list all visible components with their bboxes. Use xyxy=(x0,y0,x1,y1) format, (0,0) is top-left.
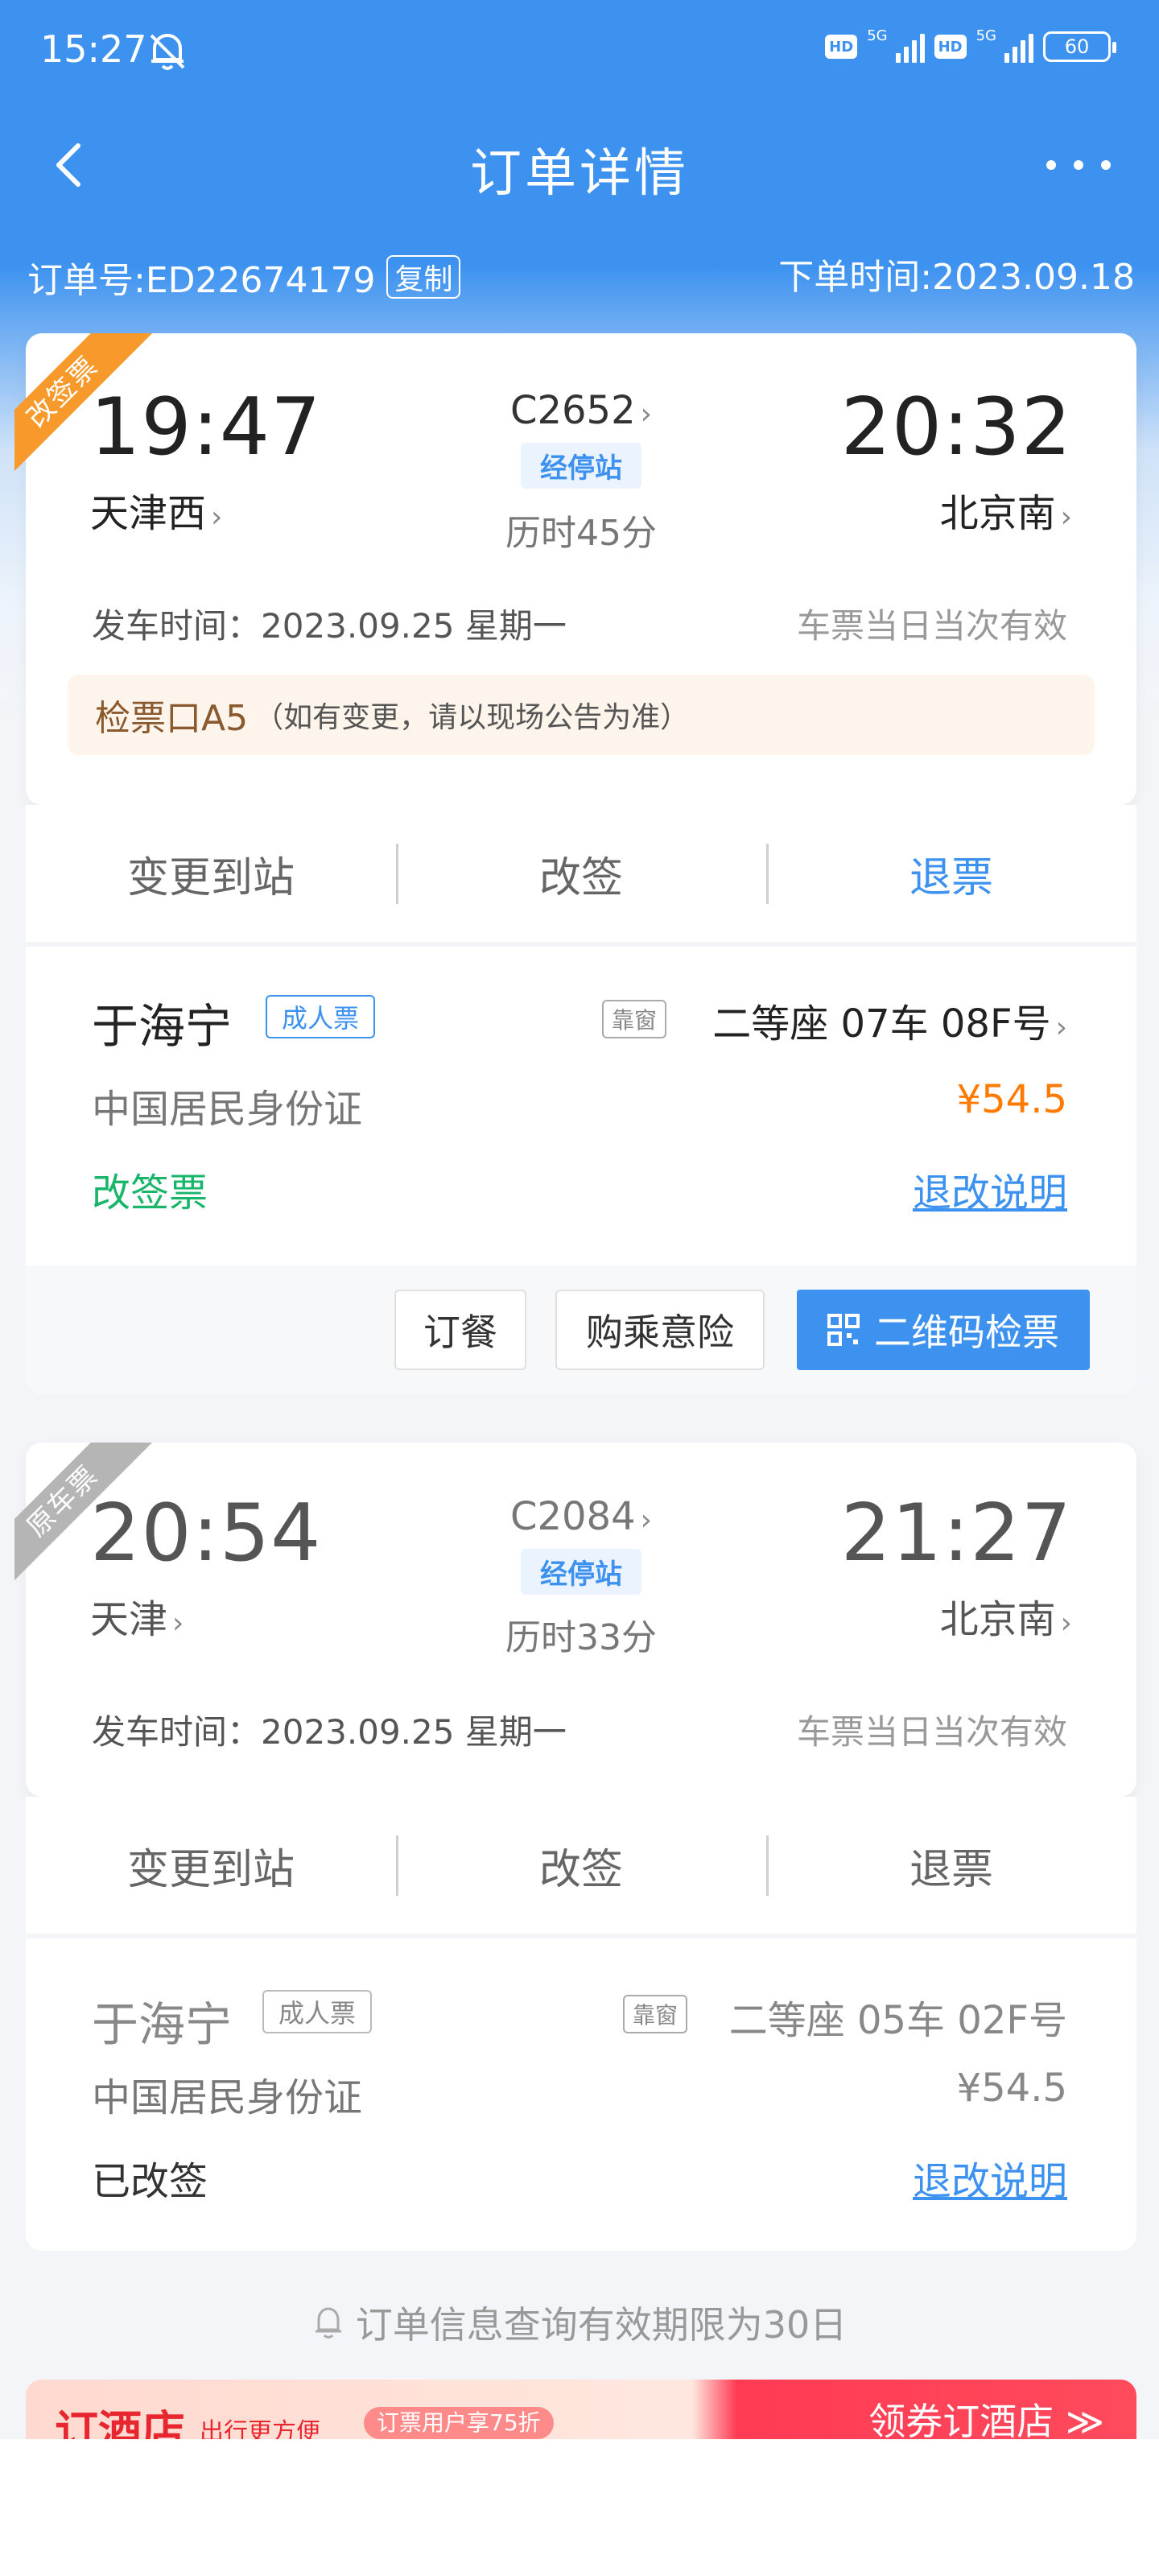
departure-date: 发车时间：2023.09.25 星期一 xyxy=(92,606,567,646)
status-time: 15:27 xyxy=(40,27,147,71)
chevron-right-icon: › xyxy=(640,1504,653,1537)
order-time: 下单时间:2023.09.18 xyxy=(778,257,1135,298)
arrival-station[interactable]: 北京南 › xyxy=(940,481,1072,538)
dot-icon xyxy=(1046,160,1056,170)
network-label: 5G xyxy=(867,27,888,44)
order-number-row: 订单号:ED22674179 复制 xyxy=(27,251,461,303)
chevron-right-icon: › xyxy=(640,398,653,431)
ticket-price: ¥54.5 xyxy=(956,1077,1067,1122)
status-bar: 15:27 HD 5G HD 5G 60 xyxy=(0,0,1159,105)
window-seat-badge: 靠窗 xyxy=(602,1000,667,1038)
network-label: 5G xyxy=(975,27,996,44)
mute-bell-icon xyxy=(150,33,185,70)
more-options-button[interactable] xyxy=(1046,145,1111,185)
copy-button[interactable]: 复制 xyxy=(386,255,461,299)
arrival-time: 21:27 xyxy=(840,1488,1072,1579)
notice-text: 订单信息查询有效期限为30日 xyxy=(355,2303,848,2347)
dot-icon xyxy=(1101,160,1111,170)
qr-code-icon xyxy=(827,1314,860,1346)
id-type: 中国居民身份证 xyxy=(92,1087,363,1132)
bottom-blank xyxy=(0,2439,1159,2576)
banner-subtitle: 出行更方便 xyxy=(200,2418,320,2439)
qr-checkin-label: 二维码检票 xyxy=(874,1311,1059,1354)
ticket-status: 已改签 xyxy=(92,2159,208,2204)
train-number-label: C2652 xyxy=(509,388,636,433)
reschedule-button[interactable]: 改签 xyxy=(396,1835,766,1896)
new-ticket-card: 改签票 19:47 天津西 › C2652 › 经停站 历时45分 20:32 北京… xyxy=(14,333,1136,805)
insurance-button[interactable]: 购乘意险 xyxy=(555,1290,765,1370)
new-ticket-actions: 变更到站 改签 退票 xyxy=(26,805,1136,942)
arrival-station[interactable]: 北京南 › xyxy=(940,1587,1072,1644)
status-indicators: HD 5G HD 5G 60 xyxy=(825,27,1116,63)
seat-info: 二等座 05车 02F号 xyxy=(728,1998,1067,2043)
arrival-station-label: 北京南 xyxy=(939,1597,1056,1642)
order-number: 订单号:ED22674179 xyxy=(27,260,376,301)
arrival-station-label: 北京南 xyxy=(939,491,1056,536)
refund-button[interactable]: 退票 xyxy=(766,843,1136,904)
refund-button[interactable]: 退票 xyxy=(766,1835,1136,1896)
departure-date: 发车时间：2023.09.25 星期一 xyxy=(92,1712,567,1752)
hotel-promo-banner[interactable]: 订酒店 出行更方便 订票用户享75折 领券订酒店 ≫ xyxy=(26,2380,1136,2439)
qr-checkin-button[interactable]: 二维码检票 xyxy=(797,1290,1090,1370)
banner-cta[interactable]: 领券订酒店 ≫ xyxy=(868,2392,1104,2439)
app-header: 订单详情 xyxy=(0,113,1159,217)
via-stations-button[interactable]: 经停站 xyxy=(521,443,641,489)
chevron-right-icon: › xyxy=(1060,501,1072,534)
signal-icon xyxy=(895,31,925,63)
reschedule-button[interactable]: 改签 xyxy=(396,843,766,904)
ticket-status: 改签票 xyxy=(92,1170,208,1216)
ticket-type-badge: 成人票 xyxy=(266,995,376,1038)
hd-icon: HD xyxy=(825,35,858,59)
signal-icon xyxy=(1004,31,1033,63)
change-destination-button[interactable]: 变更到站 xyxy=(26,1835,396,1896)
original-passenger-section: 于海宁 成人票 靠窗 二等座 05车 02F号 中国居民身份证 ¥54.5 已改… xyxy=(26,1938,1136,2251)
bell-icon xyxy=(315,2307,341,2339)
refund-rules-link[interactable]: 退改说明 xyxy=(913,2149,1067,2206)
banner-title: 订酒店 xyxy=(55,2406,185,2439)
seat-label: 二等座 07车 08F号 xyxy=(712,1001,1051,1046)
chevron-right-icon: › xyxy=(1055,1011,1067,1044)
new-passenger-section: 于海宁 成人票 靠窗 二等座 07车 08F号 › 中国居民身份证 ¥54.5 改… xyxy=(26,947,1136,1265)
ticket-gate: 检票口A5 xyxy=(95,698,249,739)
passenger-name: 于海宁 xyxy=(92,999,233,1054)
new-ticket-service-bar: 订餐 购乘意险 二维码检票 xyxy=(26,1265,1136,1394)
ticket-price: ¥54.5 xyxy=(956,2066,1067,2111)
order-meal-button[interactable]: 订餐 xyxy=(394,1290,526,1370)
original-ticket-actions: 变更到站 改签 退票 xyxy=(26,1797,1136,1934)
window-seat-badge: 靠窗 xyxy=(623,1995,688,2033)
id-type: 中国居民身份证 xyxy=(92,2075,363,2120)
ticket-gate-note: （如有变更，请以现场公告为准） xyxy=(254,701,690,734)
validity-notice: 订单信息查询有效期限为30日 xyxy=(0,2296,1159,2349)
hd-icon: HD xyxy=(934,35,967,59)
page-title: 订单详情 xyxy=(470,144,689,204)
battery-icon: 60 xyxy=(1043,31,1116,62)
change-destination-button[interactable]: 变更到站 xyxy=(26,844,396,904)
ticket-type-badge: 成人票 xyxy=(262,1990,373,2033)
arrival-time: 20:32 xyxy=(840,382,1072,473)
train-number-label: C2084 xyxy=(509,1494,636,1539)
original-ticket-card: 原车票 20:54 天津 › C2084 › 经停站 历时33分 21:27 北京南… xyxy=(14,1443,1136,1797)
validity-note: 车票当日当次有效 xyxy=(796,606,1067,646)
banner-discount-tag: 订票用户享75折 xyxy=(364,2407,554,2439)
validity-note: 车票当日当次有效 xyxy=(796,1712,1067,1752)
chevron-right-icon: › xyxy=(1060,1607,1072,1640)
via-stations-button[interactable]: 经停站 xyxy=(521,1549,641,1595)
ticket-gate-box: 检票口A5 （如有变更，请以现场公告为准） xyxy=(68,675,1095,755)
seat-info[interactable]: 二等座 07车 08F号 › xyxy=(712,992,1067,1048)
refund-rules-link[interactable]: 退改说明 xyxy=(913,1161,1067,1217)
dot-icon xyxy=(1074,160,1083,170)
passenger-name: 于海宁 xyxy=(92,1997,233,2052)
